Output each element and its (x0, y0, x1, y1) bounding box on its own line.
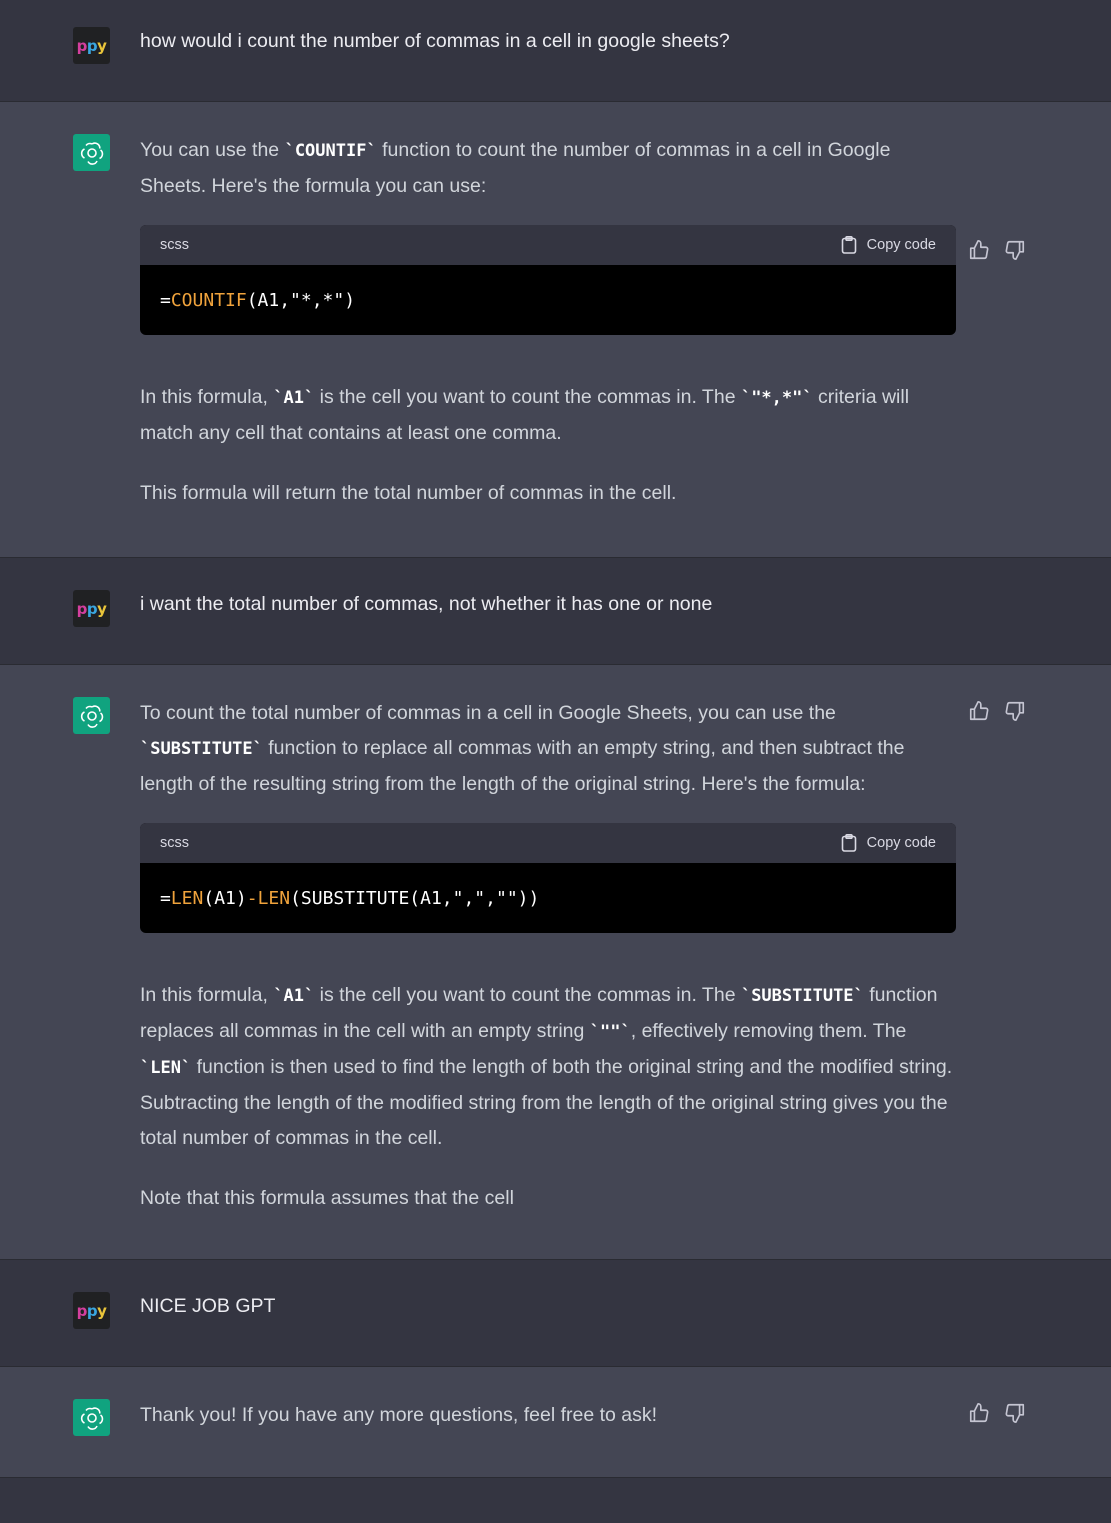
user-message-1: ppy how would i count the number of comm… (0, 0, 1111, 102)
feedback-buttons (968, 700, 1026, 722)
assistant-message-2: To count the total number of commas in a… (0, 665, 1111, 1260)
user-message-text: NICE JOB GPT (140, 1295, 276, 1317)
copy-code-button[interactable]: Copy code (841, 228, 936, 263)
code-block: scss Copy code = LEN (A1) - LEN (SUBSTITUTE(A… (140, 823, 956, 933)
openai-logo-icon (73, 1399, 110, 1436)
user-message-2: ppy i want the total number of commas, n… (0, 558, 1111, 665)
thumbs-up-icon[interactable] (968, 239, 990, 261)
thumbs-up-icon[interactable] (968, 700, 990, 722)
openai-logo-icon (73, 697, 110, 734)
thumbs-down-icon[interactable] (1004, 239, 1026, 261)
code-language-label: scss (160, 834, 189, 851)
assistant-message-text: To count the total number of commas in a… (140, 696, 960, 1216)
feedback-buttons (968, 1402, 1026, 1424)
user-avatar: ppy (73, 27, 110, 64)
code-content: = LEN (A1) - LEN (SUBSTITUTE(A1,",","")) (160, 887, 540, 909)
copy-code-button[interactable]: Copy code (841, 826, 936, 861)
assistant-message-1: You can use the `COUNTIF` function to co… (0, 102, 1111, 558)
code-block: scss Copy code = COUNTIF (A1,"*,*") (140, 225, 956, 335)
thumbs-up-icon[interactable] (968, 1402, 990, 1424)
clipboard-icon (841, 236, 856, 254)
thumbs-down-icon[interactable] (1004, 700, 1026, 722)
user-avatar: ppy (73, 590, 110, 627)
user-message-3: ppy NICE JOB GPT (0, 1260, 1111, 1367)
thumbs-down-icon[interactable] (1004, 1402, 1026, 1424)
user-avatar: ppy (73, 1292, 110, 1329)
clipboard-icon (841, 834, 856, 852)
assistant-message-3: Thank you! If you have any more question… (0, 1367, 1111, 1478)
code-content: = COUNTIF (A1,"*,*") (160, 289, 356, 311)
feedback-buttons (968, 239, 1026, 261)
user-message-text: how would i count the number of commas i… (140, 30, 730, 52)
assistant-message-text: Thank you! If you have any more question… (140, 1404, 658, 1426)
assistant-message-text: You can use the `COUNTIF` function to co… (140, 133, 960, 511)
openai-logo-icon (73, 134, 110, 171)
user-message-text: i want the total number of commas, not w… (140, 593, 713, 615)
code-language-label: scss (160, 236, 189, 253)
